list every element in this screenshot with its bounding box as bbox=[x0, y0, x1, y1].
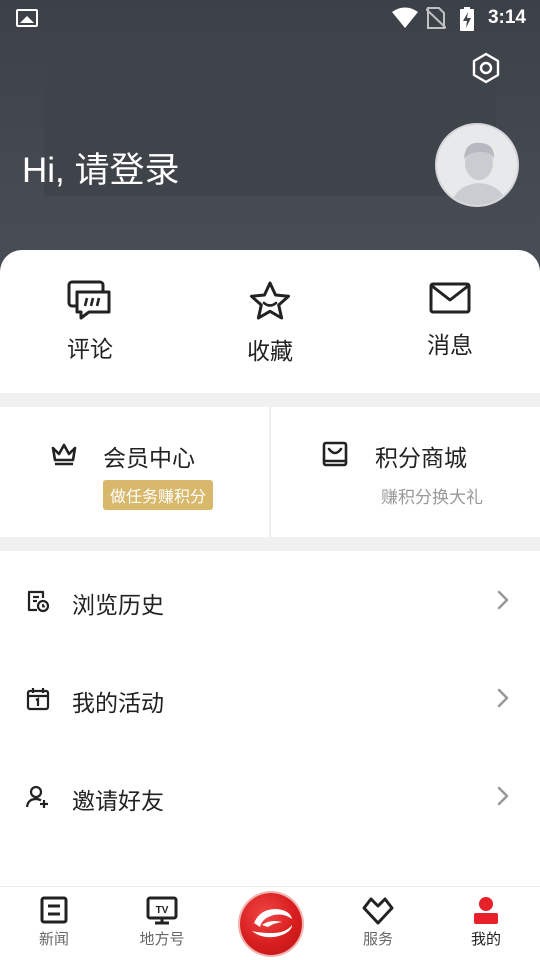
avatar[interactable] bbox=[435, 123, 519, 207]
person-icon bbox=[474, 897, 498, 924]
calendar-icon bbox=[26, 688, 50, 711]
crown-icon bbox=[51, 443, 77, 466]
member-center-entry[interactable]: 会员中心 做任务赚积分 bbox=[0, 407, 269, 537]
member-points-row: 会员中心 做任务赚积分 积分商城 赚积分换大礼 bbox=[0, 407, 540, 537]
default-avatar-icon bbox=[451, 142, 507, 205]
nav-item-services[interactable]: 服务 bbox=[333, 887, 423, 960]
image-notification-icon bbox=[16, 9, 38, 27]
battery-charging-icon bbox=[460, 7, 474, 31]
nav-item-mine[interactable]: 我的 bbox=[441, 887, 531, 960]
tv-icon: TV bbox=[146, 896, 178, 925]
heart-outline-icon bbox=[362, 897, 394, 925]
shortcut-comment-label: 评论 bbox=[67, 337, 113, 363]
settings-icon[interactable] bbox=[470, 52, 502, 84]
shopping-box-icon bbox=[322, 441, 348, 467]
shortcut-favorites[interactable]: 收藏 bbox=[210, 280, 330, 370]
list-item-activities[interactable]: 我的活动 bbox=[0, 649, 540, 747]
list-item-history[interactable]: 浏览历史 bbox=[0, 551, 540, 649]
nav-mine-label: 我的 bbox=[470, 930, 501, 948]
shortcut-messages[interactable]: 消息 bbox=[390, 280, 510, 370]
nav-item-news[interactable]: 新闻 bbox=[9, 887, 99, 960]
login-greeting[interactable]: Hi, 请登录 bbox=[22, 142, 180, 193]
status-time: 3:14 bbox=[487, 7, 526, 28]
no-sim-icon bbox=[426, 7, 446, 29]
list-item-invite-friends[interactable]: 邀请好友 bbox=[0, 747, 540, 845]
shortcut-comment[interactable]: 评论 bbox=[30, 280, 150, 370]
chevron-right-icon bbox=[497, 590, 509, 610]
add-user-icon bbox=[26, 785, 48, 808]
status-bar: 3:14 bbox=[0, 0, 540, 36]
points-mall-title: 积分商城 bbox=[375, 446, 467, 472]
chevron-right-icon bbox=[497, 786, 509, 806]
wifi-icon bbox=[392, 7, 418, 28]
nav-news-label: 新闻 bbox=[38, 930, 69, 948]
star-icon bbox=[250, 281, 290, 320]
app-logo-button[interactable] bbox=[240, 893, 302, 955]
list-item-invite-friends-label: 邀请好友 bbox=[72, 789, 164, 815]
nav-local-label: 地方号 bbox=[139, 930, 185, 948]
news-icon bbox=[40, 896, 68, 924]
shortcut-card: 评论 收藏 消息 bbox=[0, 250, 540, 393]
app-logo-icon bbox=[252, 909, 292, 938]
nav-services-label: 服务 bbox=[362, 930, 393, 948]
points-mall-entry[interactable]: 积分商城 赚积分换大礼 bbox=[271, 407, 540, 537]
menu-list: 浏览历史 我的活动 邀请好友 bbox=[0, 551, 540, 891]
nav-item-local[interactable]: TV 地方号 bbox=[117, 887, 207, 960]
history-icon bbox=[27, 590, 50, 613]
points-mall-subtitle: 赚积分换大礼 bbox=[381, 488, 483, 508]
list-item-activities-label: 我的活动 bbox=[72, 691, 164, 717]
comment-icon bbox=[67, 280, 111, 320]
shortcut-messages-label: 消息 bbox=[427, 333, 473, 359]
bottom-nav: 新闻 TV 地方号 服务 我的 bbox=[0, 886, 540, 960]
list-item-history-label: 浏览历史 bbox=[72, 593, 164, 619]
member-center-title: 会员中心 bbox=[103, 446, 195, 472]
chevron-right-icon bbox=[497, 688, 509, 708]
mail-icon bbox=[429, 282, 471, 314]
member-task-badge[interactable]: 做任务赚积分 bbox=[103, 480, 214, 510]
shortcut-favorites-label: 收藏 bbox=[247, 339, 293, 365]
svg-text:TV: TV bbox=[156, 905, 169, 916]
